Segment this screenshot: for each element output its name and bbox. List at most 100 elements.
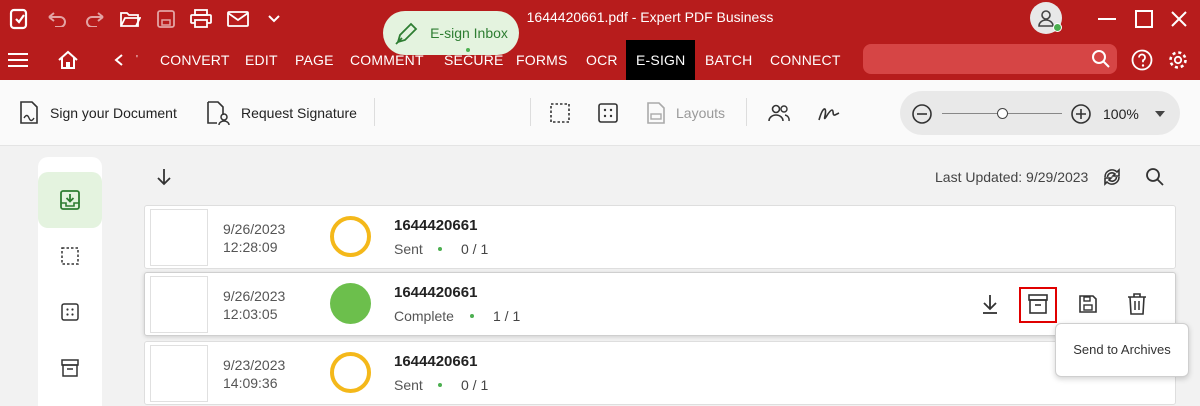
refresh-icon[interactable] (1099, 164, 1125, 190)
send-to-archives-tooltip: Send to Archives (1055, 323, 1189, 377)
menu-item-forms[interactable]: FORMS (516, 40, 568, 80)
grid-tool-button[interactable] (597, 80, 619, 146)
document-name: 1644420661 (394, 284, 478, 301)
row-date-day: 9/26/2023 (223, 221, 286, 237)
status-separator-dot (470, 314, 474, 318)
request-signature-button[interactable]: Request Signature (205, 80, 357, 146)
menu-item-ocr[interactable]: OCR (586, 40, 618, 80)
row-date-time: 12:28:09 (223, 239, 278, 255)
document-name: 1644420661 (394, 353, 478, 370)
archive-box-icon (61, 359, 79, 377)
pending-status-icon (330, 352, 371, 393)
dashed-select-icon (550, 103, 570, 123)
signatures-button[interactable] (817, 80, 843, 146)
toolbar-divider (530, 98, 531, 126)
zoom-dropdown-icon[interactable] (1147, 101, 1173, 127)
inbox-tab[interactable] (38, 172, 102, 228)
signer-count: 0 / 1 (461, 241, 489, 257)
document-status: Sent (394, 377, 423, 393)
menu-item-page[interactable]: PAGE (295, 40, 334, 80)
hamburger-menu-icon[interactable] (5, 47, 31, 73)
request-signature-label: Request Signature (241, 105, 357, 121)
templates-tab[interactable] (38, 284, 102, 340)
dashed-square-icon (61, 247, 79, 265)
zoom-in-icon[interactable] (1068, 101, 1094, 127)
document-thumbnail (150, 276, 208, 333)
close-icon[interactable] (1166, 6, 1192, 32)
help-icon[interactable] (1129, 47, 1155, 73)
trash-icon (1128, 293, 1146, 315)
select-tool-button[interactable] (549, 80, 571, 146)
pen-icon (395, 22, 418, 45)
window-title: 1644420661.pdf - Expert PDF Business (526, 9, 774, 25)
dotted-grid-icon (598, 103, 618, 123)
search-documents-icon[interactable] (1142, 164, 1168, 190)
home-icon[interactable] (55, 47, 81, 73)
sign-document-label: Sign your Document (50, 105, 177, 121)
online-status-dot (1053, 23, 1062, 32)
send-to-archives-button[interactable] (1023, 289, 1053, 319)
status-separator-dot (438, 247, 442, 251)
inbox-download-icon (60, 190, 80, 210)
people-icon (768, 104, 790, 122)
esign-inbox-button[interactable]: E-sign Inbox (383, 11, 519, 55)
dotted-grid-icon (61, 303, 79, 321)
row-date-time: 14:09:36 (223, 375, 278, 391)
sign-document-button[interactable]: Sign your Document (18, 80, 177, 146)
settings-gear-icon[interactable] (1165, 47, 1191, 73)
download-icon (983, 295, 997, 314)
row-date-day: 9/26/2023 (223, 288, 286, 304)
signer-count: 0 / 1 (461, 377, 489, 393)
signature-icon (818, 108, 840, 121)
menu-item-connect[interactable]: CONNECT (770, 40, 841, 80)
zoom-out-icon[interactable] (909, 101, 935, 127)
layouts-label: Layouts (676, 105, 726, 121)
chevron-left-icon[interactable] (106, 47, 132, 73)
document-status: Complete (394, 308, 454, 324)
layouts-button[interactable]: Layouts (646, 80, 725, 146)
document-row[interactable]: 9/26/2023 12:03:05 1644420661 Complete 1… (144, 272, 1176, 336)
complete-status-icon (330, 283, 371, 324)
request-signature-icon (207, 101, 230, 126)
archive-tab[interactable] (38, 340, 102, 396)
row-date: 9/26/2023 12:03:05 (223, 287, 285, 323)
drafts-tab[interactable] (38, 228, 102, 284)
document-status: Sent (394, 241, 423, 257)
save-button[interactable] (1073, 289, 1103, 319)
esign-inbox-label: E-sign Inbox (430, 25, 508, 41)
document-row[interactable]: 9/23/2023 14:09:36 1644420661 Sent 0 / 1 (144, 341, 1176, 405)
document-name: 1644420661 (394, 217, 478, 234)
search-icon[interactable] (1088, 46, 1114, 72)
menu-item-convert[interactable]: CONVERT (160, 40, 230, 80)
download-button[interactable] (975, 289, 1005, 319)
layouts-icon (647, 102, 665, 124)
document-row[interactable]: 9/26/2023 12:28:09 1644420661 Sent 0 / 1 (144, 205, 1176, 269)
menu-item-edit[interactable]: EDIT (245, 40, 278, 80)
delete-button[interactable] (1122, 289, 1152, 319)
archive-box-icon (1028, 294, 1048, 314)
menu-item-truncated[interactable]: ' (136, 40, 138, 80)
title-bar: 1644420661.pdf - Expert PDF Business (0, 0, 1200, 40)
zoom-slider-thumb[interactable] (997, 108, 1008, 119)
signer-count: 1 / 1 (493, 308, 521, 324)
last-updated-text: Last Updated: 9/29/2023 (935, 169, 1089, 185)
sort-down-arrow-icon[interactable] (151, 164, 177, 190)
minimize-icon[interactable] (1094, 6, 1120, 32)
contacts-button[interactable] (767, 80, 791, 146)
row-date-time: 12:03:05 (223, 306, 278, 322)
menu-item-esign[interactable]: E-SIGN (626, 40, 696, 80)
row-date: 9/26/2023 12:28:09 (223, 220, 285, 256)
zoom-level[interactable]: 100% (1103, 106, 1139, 122)
status-separator-dot (438, 383, 442, 387)
toolbar-divider (374, 98, 375, 126)
active-indicator-dot (466, 48, 470, 52)
row-date-day: 9/23/2023 (223, 357, 286, 373)
menu-item-batch[interactable]: BATCH (705, 40, 752, 80)
search-input[interactable] (863, 44, 1117, 74)
document-thumbnail (150, 209, 208, 266)
pending-status-icon (330, 216, 371, 257)
save-icon (1079, 295, 1097, 313)
row-date: 9/23/2023 14:09:36 (223, 356, 285, 392)
document-thumbnail (150, 345, 208, 402)
maximize-icon[interactable] (1131, 6, 1157, 32)
